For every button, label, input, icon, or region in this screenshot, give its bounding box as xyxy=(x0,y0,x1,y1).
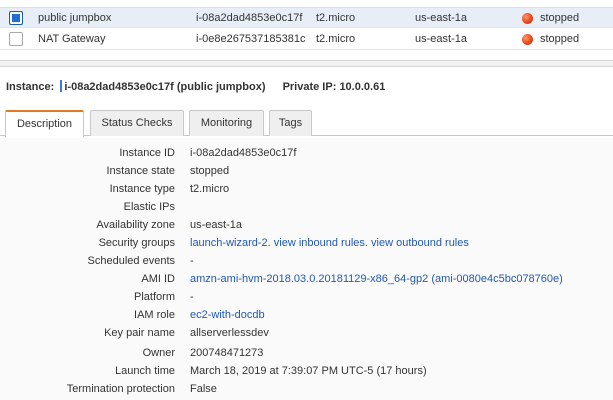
instance-title: i-08a2dad4853e0c17f (public jumpbox) xyxy=(64,81,266,93)
instance-id: i-08a2dad4853e0c17f xyxy=(196,12,303,24)
field-availability-zone: Availability zone us-east-1a xyxy=(0,217,613,235)
instance-state: stopped xyxy=(540,33,580,45)
field-iam-role: IAM role ec2-with-docdb xyxy=(0,307,613,325)
instance-detail-header: Instance: i-08a2dad4853e0c17f (public ju… xyxy=(6,80,385,93)
field-label: Launch time xyxy=(115,365,175,377)
field-label: Scheduled events xyxy=(87,255,175,267)
field-ami-id: AMI ID amzn-ami-hvm-2018.03.0.20181129-x… xyxy=(0,271,613,289)
field-elastic-ips: Elastic IPs xyxy=(0,199,613,217)
tab-tags[interactable]: Tags xyxy=(269,110,312,136)
instance-type: t2.micro xyxy=(316,33,356,45)
availability-zone: us-east-1a xyxy=(415,12,467,24)
instance-label: Instance: xyxy=(6,81,55,93)
field-value: March 18, 2019 at 7:39:07 PM UTC-5 (17 h… xyxy=(190,365,427,377)
field-value: allserverlessdev xyxy=(190,327,269,339)
instance-type: t2.micro xyxy=(316,12,356,24)
field-launch-time: Launch time March 18, 2019 at 7:39:07 PM… xyxy=(0,363,613,381)
iam-role-link[interactable]: ec2-with-docdb xyxy=(190,309,265,321)
field-instance-state: Instance state stopped xyxy=(0,163,613,181)
field-value: t2.micro xyxy=(190,183,230,195)
field-label: Instance ID xyxy=(119,147,175,159)
field-instance-type: Instance type t2.micro xyxy=(0,181,613,199)
field-value: i-08a2dad4853e0c17f xyxy=(190,147,297,159)
instance-name: NAT Gateway xyxy=(38,33,106,45)
field-value: us-east-1a xyxy=(190,219,242,231)
field-value: - xyxy=(190,255,194,267)
availability-zone: us-east-1a xyxy=(415,33,467,45)
ami-id-link[interactable]: amzn-ami-hvm-2018.03.0.20181129-x86_64-g… xyxy=(190,273,563,285)
description-panel: Instance ID i-08a2dad4853e0c17f Instance… xyxy=(0,138,613,400)
instance-row-public-jumpbox[interactable]: public jumpbox i-08a2dad4853e0c17f t2.mi… xyxy=(0,7,613,28)
instance-state: stopped xyxy=(540,12,580,24)
field-label: Termination protection xyxy=(66,383,175,395)
row-select-checkbox[interactable] xyxy=(9,32,23,46)
field-label: Key pair name xyxy=(104,327,175,339)
view-inbound-rules-link[interactable]: view inbound rules xyxy=(274,237,365,249)
tab-monitoring[interactable]: Monitoring xyxy=(189,110,264,136)
field-value: launch-wizard-2. view inbound rules. vie… xyxy=(190,237,469,249)
field-value: stopped xyxy=(190,165,230,177)
field-label: IAM role xyxy=(134,309,175,321)
field-label: Availability zone xyxy=(96,219,175,231)
field-value: False xyxy=(190,383,217,395)
security-group-link[interactable]: launch-wizard-2 xyxy=(190,237,268,249)
stopped-status-icon xyxy=(522,34,533,45)
field-security-groups: Security groups launch-wizard-2. view in… xyxy=(0,235,613,253)
field-label: Instance type xyxy=(109,183,175,195)
private-ip-value: 10.0.0.61 xyxy=(339,81,386,93)
field-key-pair-name: Key pair name allserverlessdev xyxy=(0,325,613,343)
field-platform: Platform - xyxy=(0,289,613,307)
field-label: Instance state xyxy=(106,165,176,177)
field-value: - xyxy=(190,291,194,303)
field-termination-protection: Termination protection False xyxy=(0,381,613,399)
field-instance-id: Instance ID i-08a2dad4853e0c17f xyxy=(0,145,613,163)
panel-splitter[interactable] xyxy=(0,60,613,67)
header-divider xyxy=(60,80,63,92)
field-owner: Owner 200748471273 xyxy=(0,345,613,363)
field-label: Elastic IPs xyxy=(123,201,175,213)
field-label: Platform xyxy=(134,291,175,303)
field-scheduled-events: Scheduled events - xyxy=(0,253,613,271)
instance-name: public jumpbox xyxy=(38,12,112,24)
field-value: 200748471273 xyxy=(190,347,264,359)
tab-description[interactable]: Description xyxy=(5,110,84,137)
tab-status-checks[interactable]: Status Checks xyxy=(90,110,184,136)
field-label: Owner xyxy=(142,347,175,359)
stopped-status-icon xyxy=(522,13,533,24)
row-select-checkbox[interactable] xyxy=(9,11,23,25)
detail-tabs: Description Status Checks Monitoring Tag… xyxy=(0,108,613,137)
view-outbound-rules-link[interactable]: view outbound rules xyxy=(371,237,469,249)
instance-id: i-0e8e267537185381c xyxy=(196,33,306,45)
field-label: AMI ID xyxy=(141,273,175,285)
private-ip-label: Private IP: xyxy=(282,81,337,93)
instance-row-nat-gateway[interactable]: NAT Gateway i-0e8e267537185381c t2.micro… xyxy=(0,29,613,50)
field-label: Security groups xyxy=(98,237,175,249)
